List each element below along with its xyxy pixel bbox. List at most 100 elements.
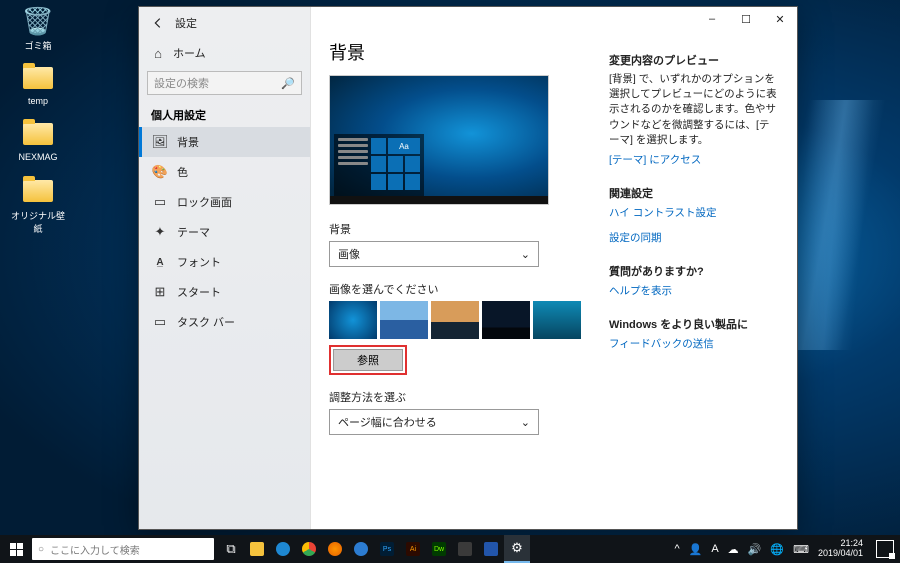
page-title: 背景 [329,39,601,65]
help-link[interactable]: ヘルプを表示 [609,283,779,298]
choose-image-label: 画像を選んでください [329,281,601,297]
taskbar-app-generic2[interactable] [478,535,504,563]
desktop-icon-nexmag[interactable]: NEXMAG [10,118,66,162]
taskbar-app-settings[interactable]: ⚙ [504,535,530,563]
taskbar-app-chrome[interactable] [296,535,322,563]
sidebar-item-fonts[interactable]: A̲ フォント [139,247,310,277]
taskbar-clock[interactable]: 21:24 2019/04/01 [818,539,863,559]
theme-link[interactable]: [テーマ] にアクセス [609,152,779,167]
trash-icon: 🗑️ [22,5,54,37]
people-icon[interactable]: 👤 [689,543,703,556]
dropdown-value: ページ幅に合わせる [338,414,437,430]
settings-window: 設定 ⌂ ホーム 設定の検索 🔎 個人用設定 🖼 背景 🎨 色 ▭ ロック画面 … [138,6,798,530]
taskbar-search[interactable]: ○ ここに入力して検索 [32,538,214,560]
chevron-down-icon: ⌄ [521,248,530,261]
taskbar-app-edge[interactable] [270,535,296,563]
main-panel: 背景 Aa 背景 画像 ⌄ 画像を選んでください [329,17,609,529]
task-view-icon[interactable]: ⧉ [218,535,244,563]
volume-icon[interactable]: 🔊 [748,543,762,556]
lock-icon: ▭ [153,195,167,209]
background-type-dropdown[interactable]: 画像 ⌄ [329,241,539,267]
taskbar: ○ ここに入力して検索 ⧉ Ps Ai Dw ⚙ ^ 👤 A ☁ 🔊 🌐 ⌨ 2… [0,535,900,563]
palette-icon: 🎨 [153,165,167,179]
sidebar-item-lockscreen[interactable]: ▭ ロック画面 [139,187,310,217]
taskbar-app-photoshop[interactable]: Ps [374,535,400,563]
desktop-icon-label: NEXMAG [10,152,66,162]
picture-icon: 🖼 [153,135,167,149]
back-icon[interactable] [151,16,165,30]
desktop-icon-wallpaper[interactable]: オリジナル壁紙 [10,175,66,235]
clock-date: 2019/04/01 [818,549,863,559]
sidebar-item-background[interactable]: 🖼 背景 [139,127,310,157]
sidebar-item-label: フォント [177,254,221,270]
tray-overflow-icon[interactable]: ^ [674,543,679,555]
sidebar-item-start[interactable]: ⊞ スタート [139,277,310,307]
folder-icon [22,62,54,94]
gear-icon: ⚙ [511,540,523,556]
desktop-icon-label: ゴミ箱 [10,39,66,52]
taskbar-app-generic1[interactable] [452,535,478,563]
background-type-label: 背景 [329,221,601,237]
improve-heading: Windows をより良い製品に [609,316,779,332]
taskbar-app-dreamweaver[interactable]: Dw [426,535,452,563]
thumbnail-3[interactable] [431,301,479,339]
taskbar-icon: ▭ [153,315,167,329]
side-panel: 変更内容のプレビュー [背景] で、いずれかのオプションを選択してプレビューにど… [609,17,779,529]
thumbnail-2[interactable] [380,301,428,339]
close-button[interactable]: ✕ [763,7,797,31]
sync-link[interactable]: 設定の同期 [609,230,779,245]
network-icon[interactable]: 🌐 [770,543,784,556]
fit-dropdown[interactable]: ページ幅に合わせる ⌄ [329,409,539,435]
sidebar-item-taskbar[interactable]: ▭ タスク バー [139,307,310,337]
sidebar-home[interactable]: ⌂ ホーム [139,39,310,67]
thumbnail-4[interactable] [482,301,530,339]
feedback-link[interactable]: フィードバックの送信 [609,336,779,351]
cortana-icon: ○ [38,544,44,555]
home-icon: ⌂ [151,46,165,60]
taskbar-app-illustrator[interactable]: Ai [400,535,426,563]
preview-heading: 変更内容のプレビュー [609,52,779,68]
desktop-icon-trash[interactable]: 🗑️ ゴミ箱 [10,5,66,52]
sidebar-item-label: スタート [177,284,221,300]
onedrive-icon[interactable]: ☁ [728,543,739,556]
dropdown-value: 画像 [338,246,360,262]
action-center-icon[interactable] [876,540,894,558]
sidebar-item-label: テーマ [177,224,210,240]
browse-button[interactable]: 参照 [333,349,403,371]
taskbar-search-placeholder: ここに入力して検索 [50,542,140,557]
window-title: 設定 [175,15,197,31]
keyboard-icon[interactable]: ⌨ [793,543,809,556]
taskbar-app-thunderbird[interactable] [348,535,374,563]
search-placeholder: 設定の検索 [154,75,209,91]
minimize-button[interactable]: – [695,7,729,31]
maximize-button[interactable]: ☐ [729,7,763,31]
sidebar-item-colors[interactable]: 🎨 色 [139,157,310,187]
preview-body: [背景] で、いずれかのオプションを選択してプレビューにどのように表示されるのか… [609,72,779,148]
taskbar-app-explorer[interactable] [244,535,270,563]
desktop-icon-temp[interactable]: temp [10,62,66,106]
window-controls: – ☐ ✕ [695,7,797,31]
preview-tile-aa: Aa [388,138,420,154]
start-button[interactable] [0,535,32,563]
image-thumbnails [329,301,601,339]
chevron-down-icon: ⌄ [521,416,530,429]
desktop-icon-label: temp [10,96,66,106]
background-preview: Aa [329,75,549,205]
desktop-icon-label: オリジナル壁紙 [10,209,66,235]
browse-highlight: 参照 [329,345,407,375]
folder-icon [22,175,54,207]
sidebar-item-themes[interactable]: ✦ テーマ [139,217,310,247]
search-input[interactable]: 設定の検索 🔎 [147,71,302,95]
high-contrast-link[interactable]: ハイ コントラスト設定 [609,205,779,220]
start-icon: ⊞ [153,285,167,299]
ime-icon[interactable]: A [711,543,718,555]
font-icon: A̲ [153,255,167,269]
thumbnail-5[interactable] [533,301,581,339]
taskbar-app-firefox[interactable] [322,535,348,563]
thumbnail-1[interactable] [329,301,377,339]
question-heading: 質問がありますか? [609,263,779,279]
theme-icon: ✦ [153,225,167,239]
sidebar-item-label: 色 [177,164,188,180]
sidebar: 設定 ⌂ ホーム 設定の検索 🔎 個人用設定 🖼 背景 🎨 色 ▭ ロック画面 … [139,7,311,529]
sidebar-item-label: ロック画面 [177,194,232,210]
